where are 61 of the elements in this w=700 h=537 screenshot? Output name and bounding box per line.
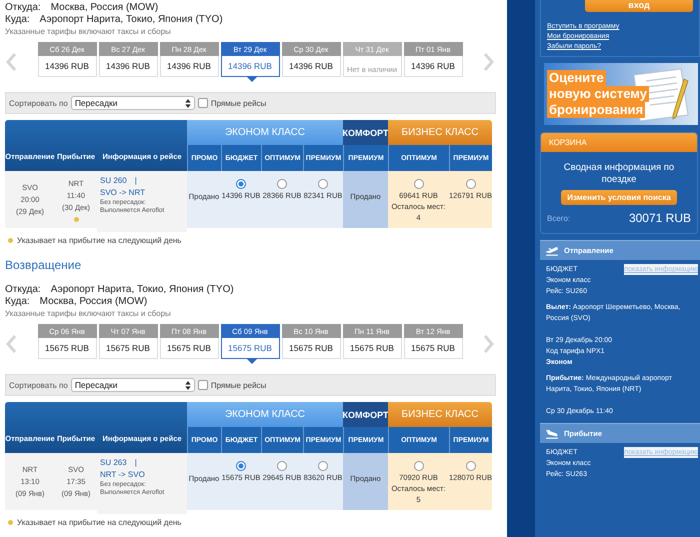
total-price: 30071 RUB xyxy=(628,211,691,225)
separator: | xyxy=(134,457,137,469)
updown-icon xyxy=(184,98,191,108)
fare-radio[interactable] xyxy=(236,179,246,189)
from-label: Откуда: xyxy=(5,2,41,14)
trip-summary-title: Сводная информация по поездке xyxy=(562,162,676,186)
sort-label: Сортировать по xyxy=(9,380,68,390)
direct-checkbox[interactable] xyxy=(198,380,208,390)
from-label: Откуда: xyxy=(5,284,41,296)
tariff-note: Указанные тарифы включают таксы и сборы xyxy=(5,308,172,319)
banner-text: Оцените xyxy=(547,70,606,86)
fare-radio[interactable] xyxy=(277,179,287,189)
sort-label: Сортировать по xyxy=(9,98,68,108)
direct-checkbox[interactable] xyxy=(198,98,208,108)
banner-text: новую систему xyxy=(547,86,649,102)
route-link[interactable]: SVO -> NRT xyxy=(100,187,145,199)
direct-flights-label: Прямые рейсы xyxy=(210,98,266,108)
class-header: КОМФОРТ xyxy=(343,402,388,427)
fare-radio[interactable] xyxy=(466,179,476,189)
fare-radio[interactable] xyxy=(236,461,246,471)
flight-link[interactable]: SU 263 xyxy=(100,457,127,469)
chevron-right-icon[interactable] xyxy=(483,334,495,354)
from-value: Москва, Россия (MOW) xyxy=(50,2,158,14)
fare-radio[interactable] xyxy=(414,461,424,471)
fare-radio[interactable] xyxy=(466,461,476,471)
from-value: Аэропорт Нарита, Токио, Япония (TYO) xyxy=(50,284,234,296)
class-header: ЭКОНОМ КЛАСС xyxy=(187,402,343,427)
banner-text: бронирования xyxy=(547,102,646,118)
fare-radio[interactable] xyxy=(414,179,424,189)
footnote: Указывает на прибытие на следующий день xyxy=(17,236,182,245)
chevron-right-icon[interactable] xyxy=(483,52,495,72)
fare-radio[interactable] xyxy=(318,179,328,189)
footnote: Указывает на прибытие на следующий день xyxy=(17,518,182,527)
separator: | xyxy=(134,175,137,187)
next-day-dot xyxy=(74,216,78,222)
plane-takeoff-icon xyxy=(545,246,559,256)
route-link[interactable]: NRT -> SVO xyxy=(100,469,145,481)
legend-dot xyxy=(8,238,13,243)
cart-title: КОРЗИНА xyxy=(541,133,697,152)
chevron-left-icon[interactable] xyxy=(5,334,17,354)
class-header: БИЗНЕС КЛАСС xyxy=(388,120,492,145)
updown-icon xyxy=(184,380,191,390)
class-header: КОМФОРТ xyxy=(343,120,388,145)
total-label: Всего: xyxy=(547,214,570,222)
to-label: Куда: xyxy=(5,296,30,308)
class-header: ЭКОНОМ КЛАСС xyxy=(187,120,343,145)
to-value: Москва, Россия (MOW) xyxy=(40,296,148,308)
direct-flights-label: Прямые рейсы xyxy=(210,380,266,390)
sort-dropdown[interactable]: Пересадки xyxy=(70,96,195,110)
tariff-note: Указанные тарифы включают таксы и сборы xyxy=(5,26,172,37)
class-header: БИЗНЕС КЛАСС xyxy=(388,402,492,427)
section-title: Возвращение xyxy=(5,258,82,272)
to-value: Аэропорт Нарита, Токио, Япония (TYO) xyxy=(40,14,223,26)
sort-dropdown[interactable]: Пересадки xyxy=(70,378,195,392)
plane-landing-icon xyxy=(545,428,559,438)
legend-dot xyxy=(8,520,13,525)
flight-link[interactable]: SU 260 xyxy=(100,175,127,187)
fare-radio[interactable] xyxy=(277,461,287,471)
to-label: Куда: xyxy=(5,14,30,26)
chevron-left-icon[interactable] xyxy=(5,52,17,72)
fare-radio[interactable] xyxy=(318,461,328,471)
